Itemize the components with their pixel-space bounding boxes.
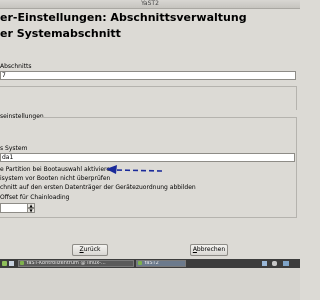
taskbar-item[interactable]: YaST-Kontrollzentrum @ linux-... <box>18 260 134 267</box>
desktop-icon[interactable] <box>9 261 14 266</box>
activate-partition-checkbox-label[interactable]: e Partition bei Bootauswahl aktivieren <box>0 166 114 174</box>
yast-icon <box>20 261 24 265</box>
offset-label: Offset für Chainloading <box>0 194 70 201</box>
taskbar-item-label: YaST-Kontrollzentrum @ linux-... <box>26 260 106 266</box>
divider <box>0 86 297 87</box>
remap-checkbox-label[interactable]: chnitt auf den ersten Datenträger der Ge… <box>0 184 196 192</box>
section-input[interactable]: 7 <box>0 71 296 80</box>
window-title: YaST2 <box>141 0 159 7</box>
volume-icon[interactable] <box>272 261 277 266</box>
taskbar-item-label: YaST2 <box>144 260 159 266</box>
divider <box>296 86 297 110</box>
back-button[interactable]: Zurück <box>72 244 108 256</box>
page-title: er-Einstellungen: Abschnittsverwaltung <box>0 11 247 24</box>
skip-check-checkbox-label[interactable]: isystem vor Booten nicht überprüfen <box>0 175 110 183</box>
desktop-background <box>0 268 300 300</box>
spin-down-icon[interactable]: ▼ <box>27 208 35 213</box>
group-frame-bottom <box>0 217 297 218</box>
cancel-label: bbrechen <box>196 246 226 253</box>
settings-group-label: seinstellungen <box>0 113 44 120</box>
cancel-button[interactable]: Abbrechen <box>190 244 228 256</box>
group-frame-right <box>296 117 297 217</box>
page-subtitle: er Systemabschnitt <box>0 27 121 40</box>
system-label: s System <box>0 145 28 152</box>
group-frame-top <box>40 117 297 118</box>
network-icon[interactable] <box>262 261 267 266</box>
start-menu-icon[interactable] <box>2 261 7 266</box>
monitor-icon[interactable] <box>283 261 289 266</box>
back-label: urück <box>83 246 101 253</box>
taskbar-item[interactable]: YaST2 <box>136 260 186 267</box>
annotation-arrow-icon <box>106 165 163 174</box>
system-input[interactable]: da1 <box>0 153 295 162</box>
section-label: Abschnitts <box>0 63 32 70</box>
yast-icon <box>138 261 142 265</box>
